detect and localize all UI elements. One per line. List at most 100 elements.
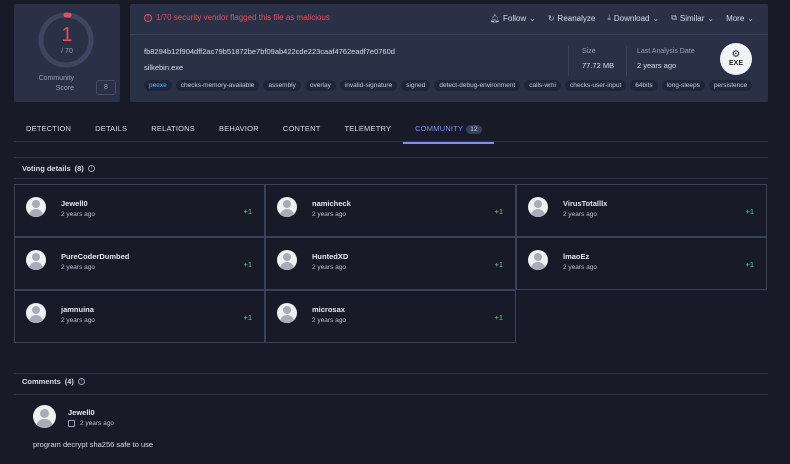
tab-details[interactable]: DETAILS [83,116,139,144]
similar-label: Similar [679,13,705,23]
user-body-icon [36,419,53,428]
avatar[interactable] [528,197,548,217]
info-icon[interactable]: i [87,165,95,172]
avatar[interactable] [33,405,56,428]
tag-assembly[interactable]: assembly [263,80,301,91]
comment-text: program decrypt sha256 safe to use [33,440,154,449]
reanalyze-button[interactable]: ↻ Reanalyze [548,13,596,23]
tab-detection[interactable]: DETECTION [14,116,83,144]
tag-overlay[interactable]: overlay [304,80,336,91]
vote-card: VirusTotalllx 2 years ago +1 [516,184,767,237]
voter-name[interactable]: jamnuina [61,305,94,314]
action-bar: 🔔︎ Follow ⌄ ↻ Reanalyze ⤓ Download ⌄ ⧉ S… [490,13,754,23]
avatar[interactable] [26,250,46,270]
chevron-down-icon: ⌄ [652,13,660,23]
vote-time: 2 years ago [563,264,597,271]
tag-calls-wmi[interactable]: calls-wmi [524,80,561,91]
chevron-down-icon: ⌄ [529,13,536,23]
file-type-icon: ⚙︎ EXE [720,43,752,75]
alert-text: 1/70 security vendor flagged this file a… [156,13,330,22]
tab-behavior[interactable]: BEHAVIOR [207,116,271,144]
user-head-icon [283,306,291,314]
last-analysis-value: 2 years ago [637,61,677,70]
vote-card: HuntedXD 2 years ago +1 [265,237,516,290]
user-head-icon [534,200,542,208]
tab-community[interactable]: COMMUNITY 12 [403,116,494,144]
info-icon[interactable]: i [77,378,85,385]
avatar[interactable] [528,250,548,270]
section-divider [14,157,768,158]
user-body-icon [531,209,545,217]
tag-long-sleeps[interactable]: long-sleeps [661,80,705,91]
tab-telemetry[interactable]: TELEMETRY [332,116,403,144]
avatar[interactable] [277,303,297,323]
comment-time-text: 2 years ago [80,420,114,427]
vote-score: +1 [243,260,252,269]
chevron-down-icon: ⌄ [707,13,715,23]
comment-author[interactable]: Jewell0 [68,408,95,417]
tab-relations[interactable]: RELATIONS [139,116,207,144]
tag-checks-user-input[interactable]: checks-user-input [564,80,627,91]
community-score-label: Community Score [38,75,74,92]
vote-time: 2 years ago [61,317,95,324]
detection-total: / 70 [61,48,73,55]
tag-checks-memory-available[interactable]: checks-memory-available [175,80,260,91]
more-button[interactable]: More ⌄ [726,13,754,23]
tab-label: COMMUNITY [415,124,464,133]
tag-invalid-signature[interactable]: invalid-signature [339,80,398,91]
vote-time: 2 years ago [312,211,346,218]
tab-label: DETECTION [26,124,72,133]
reanalyze-label: Reanalyze [557,13,596,23]
tab-label: BEHAVIOR [219,124,259,133]
header-divider [130,34,768,35]
user-body-icon [280,262,294,270]
community-score-value[interactable]: 8 [96,80,116,95]
chevron-down-icon: ⌄ [747,13,754,23]
comments-title: Comments [22,377,61,386]
user-body-icon [29,209,43,217]
tag-list: peexe checks-memory-available assembly over… [144,80,753,91]
tag-signed[interactable]: signed [401,80,431,91]
voter-name[interactable]: lmaoEz [563,252,589,261]
voter-name[interactable]: PureCoderDumbed [61,252,129,261]
refresh-icon: ↻ [547,13,555,23]
voter-name[interactable]: HuntedXD [312,252,348,261]
tab-label: RELATIONS [151,124,196,133]
user-head-icon [283,253,291,261]
avatar[interactable] [26,303,46,323]
tab-count-badge: 12 [466,125,482,134]
tag-detect-debug-environment[interactable]: detect-debug-environment [434,80,521,91]
tabs-divider [14,141,768,142]
download-button[interactable]: ⤓ Download ⌄ [607,13,659,23]
section-divider [14,394,768,395]
file-type-label: EXE [728,60,743,67]
tab-label: CONTENT [282,124,321,133]
tab-content[interactable]: CONTENT [271,116,333,144]
vote-card: jamnuina 2 years ago +1 [14,290,265,343]
user-head-icon [283,200,291,208]
avatar[interactable] [277,197,297,217]
score-card: 1 / 70 Community Score 8 [14,4,120,102]
last-analysis-label: Last Analysis Date [637,48,695,55]
download-icon: ⤓ [607,13,611,22]
follow-button[interactable]: 🔔︎ Follow ⌄ [490,13,536,23]
vote-card: lmaoEz 2 years ago +1 [516,237,767,290]
vote-score: +1 [494,313,503,322]
tag-peexe[interactable]: peexe [144,80,172,91]
voter-name[interactable]: Jewell0 [61,199,88,208]
vote-score: +1 [243,207,252,216]
similar-button[interactable]: ⧉ Similar ⌄ [671,13,714,23]
avatar[interactable] [26,197,46,217]
voter-name[interactable]: VirusTotalllx [563,199,607,208]
vote-card: Jewell0 2 years ago +1 [14,184,265,237]
tag-persistence[interactable]: persistence [708,80,753,91]
tab-label: DETAILS [95,124,128,133]
similar-icon: ⧉ [671,13,677,22]
voter-name[interactable]: microsax [312,305,345,314]
section-divider [14,178,768,179]
file-hash[interactable]: fb8294b12f904dff2ac79b51872be7bf09ab422c… [144,47,395,56]
vote-card: microsax 2 years ago +1 [265,290,516,343]
avatar[interactable] [277,250,297,270]
voter-name[interactable]: namicheck [312,199,351,208]
tag-64bits[interactable]: 64bits [630,80,658,91]
